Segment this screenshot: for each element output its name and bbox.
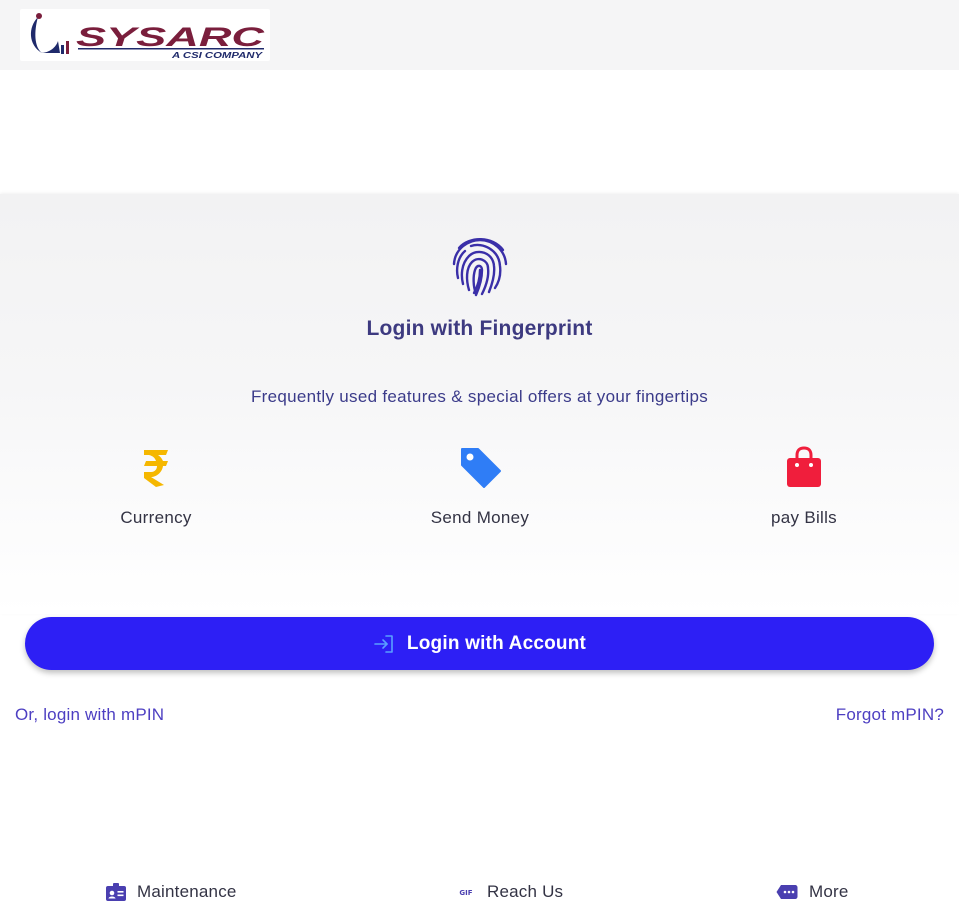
feature-label: Currency [120,508,192,527]
feature-pay-bills[interactable]: pay Bills [704,445,904,528]
footer-label: Reach Us [487,882,564,901]
fingerprint-icon[interactable] [449,234,511,298]
fingerprint-subtitle: Frequently used features & special offer… [250,387,709,406]
login-icon [373,634,395,654]
feature-send-money[interactable]: Send Money [380,446,580,528]
fingerprint-login-title[interactable]: Login with Fingerprint [0,317,959,341]
shopping-bag-icon [786,445,822,493]
message-dots-icon [776,884,798,900]
login-with-account-button[interactable]: Login with Account [25,617,934,670]
feature-label: pay Bills [770,508,837,527]
tag-icon [458,445,502,494]
forgot-mpin-link[interactable]: Forgot mPIN? [836,705,944,725]
gif-icon: GIF [456,885,476,899]
feature-label: Send Money [430,508,530,527]
footer-maintenance[interactable]: Maintenance [106,880,237,904]
feature-currency[interactable]: Currency [56,446,256,528]
logo-tagline: A CSI COMPANY [171,51,263,60]
logo-wordmark: SYSARC [76,22,265,52]
footer-label: More [809,882,849,901]
rupee-icon [142,447,170,492]
sysarc-logo[interactable]: SYSARC A CSI COMPANY [20,9,270,61]
login-button-label: Login with Account [406,632,587,654]
footer-reach-us[interactable]: GIF Reach Us [456,880,563,904]
footer-label: Maintenance [137,882,237,901]
id-badge-icon [106,883,126,901]
svg-text:GIF: GIF [459,889,472,897]
footer-more[interactable]: More [776,880,849,904]
top-bar: SYSARC A CSI COMPANY [0,0,959,70]
login-with-mpin-link[interactable]: Or, login with mPIN [15,705,164,725]
